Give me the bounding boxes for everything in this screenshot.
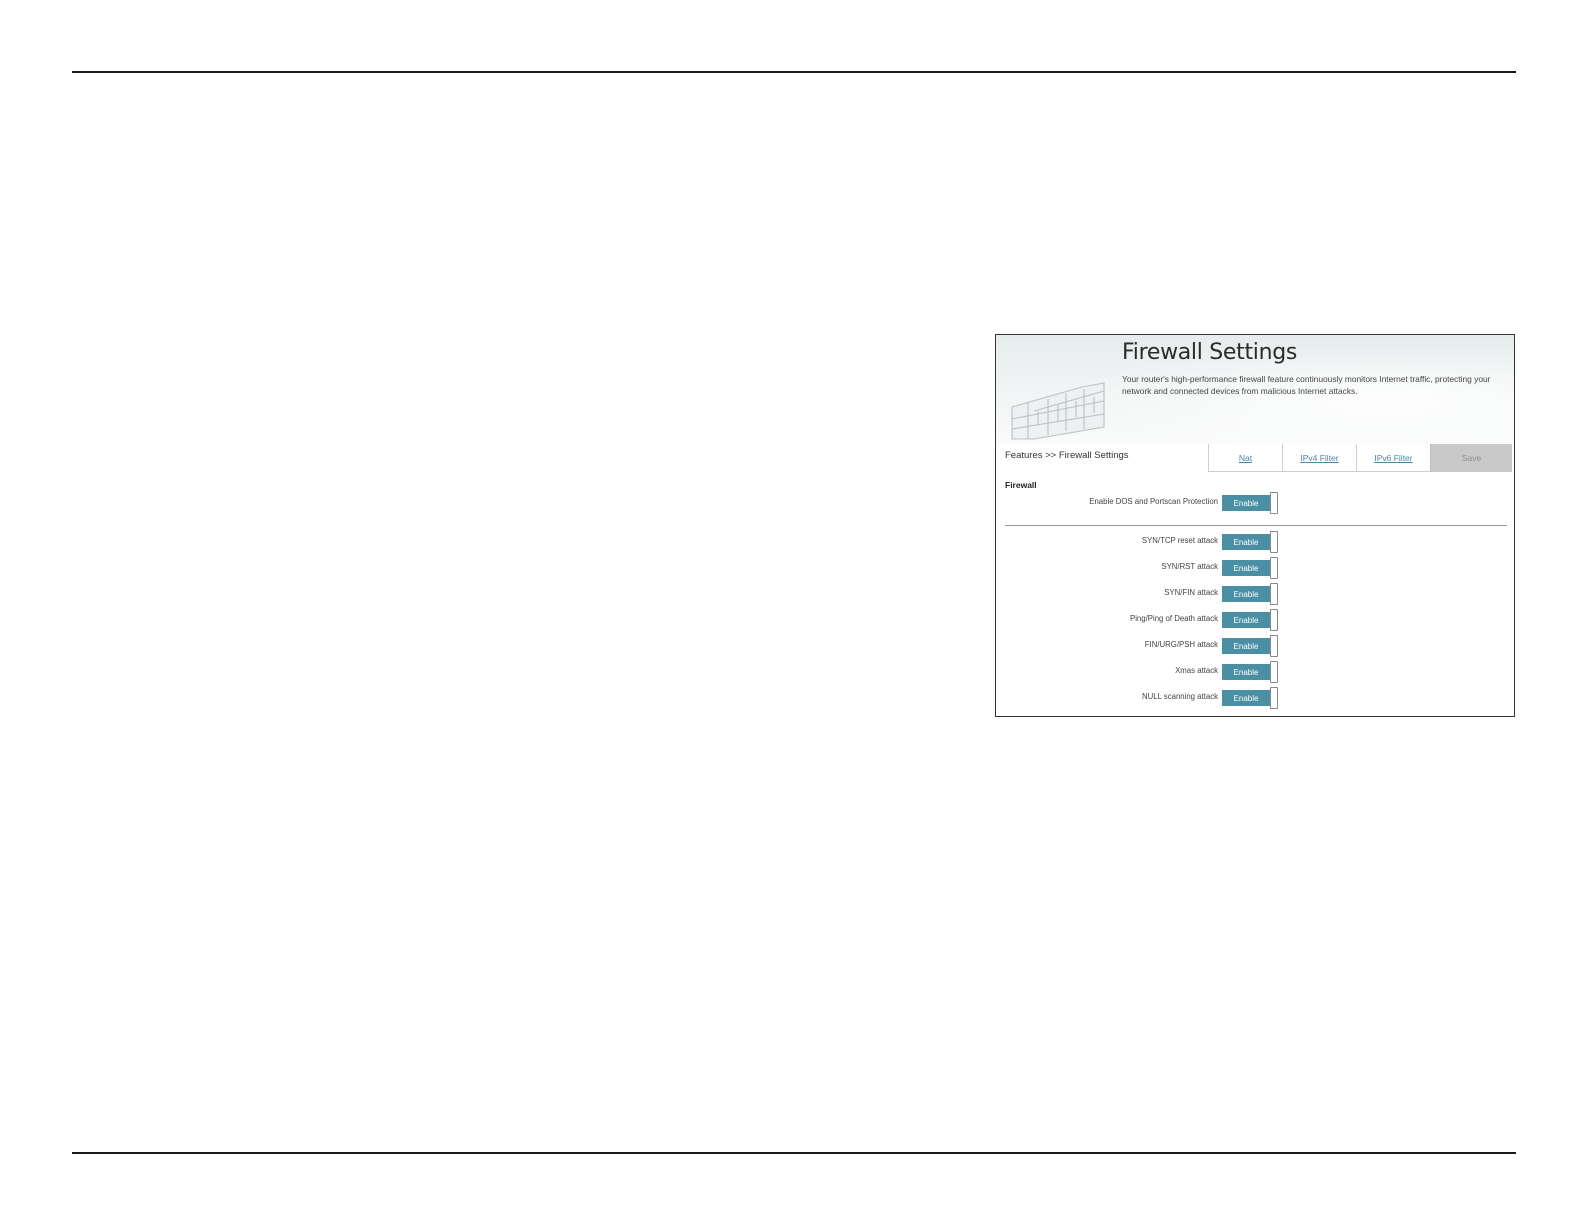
attack-row-syn-tcp-reset: SYN/TCP reset attack Enable [996,531,1514,553]
toggle-state: Enable [1222,690,1270,706]
toggle-state: Enable [1222,560,1270,576]
ddos-protection-row: Enable DOS and Portscan Protection Enabl… [996,492,1514,514]
attack-label: NULL scanning attack [1142,692,1218,701]
save-button[interactable]: Save [1430,444,1512,472]
page-title: Firewall Settings [1122,340,1298,365]
ddos-protection-toggle[interactable]: Enable [1222,492,1279,514]
toggle-handle[interactable] [1270,609,1278,631]
toggle-handle[interactable] [1270,557,1278,579]
attack-toggle[interactable]: Enable [1222,557,1279,579]
attack-toggle[interactable]: Enable [1222,583,1279,605]
tab-nat[interactable]: Nat [1208,444,1282,472]
firewall-settings-screenshot: Firewall Settings Your router's high-per… [995,334,1515,717]
toggle-handle[interactable] [1270,661,1278,683]
brick-wall-icon [1011,382,1105,440]
attack-label: SYN/RST attack [1161,562,1218,571]
attack-toggle[interactable]: Enable [1222,687,1279,709]
attack-row-fin-urg-psh: FIN/URG/PSH attack Enable [996,635,1514,657]
attack-row-null-scanning: NULL scanning attack Enable [996,687,1514,709]
attack-row-syn-rst: SYN/RST attack Enable [996,557,1514,579]
toggle-state: Enable [1222,586,1270,602]
toggle-state: Enable [1222,534,1270,550]
toggle-handle[interactable] [1270,635,1278,657]
breadcrumb: Features >> Firewall Settings [1005,450,1129,461]
attack-label: SYN/TCP reset attack [1141,536,1218,545]
toggle-handle[interactable] [1270,531,1278,553]
attack-toggle[interactable]: Enable [1222,531,1279,553]
toggle-handle[interactable] [1270,687,1278,709]
toggle-handle[interactable] [1270,492,1278,514]
tab-ipv6-filter[interactable]: IPv6 Filter [1356,444,1430,472]
toggle-state: Enable [1222,495,1270,511]
attack-label: FIN/URG/PSH attack [1144,640,1218,649]
page-description: Your router's high-performance firewall … [1122,374,1491,396]
toggle-state: Enable [1222,664,1270,680]
tab-ipv4-filter[interactable]: IPv4 Filter [1282,444,1356,472]
attack-label: SYN/FIN attack [1164,588,1218,597]
tab-bar: Nat IPv4 Filter IPv6 Filter Save [1208,444,1512,472]
attack-label: Ping/Ping of Death attack [1130,614,1218,623]
ddos-protection-label: Enable DOS and Portscan Protection [1089,497,1218,506]
top-rule [72,71,1516,73]
attack-toggle[interactable]: Enable [1222,635,1279,657]
toggle-state: Enable [1222,612,1270,628]
section-title: Firewall [1005,480,1037,490]
attack-toggle[interactable]: Enable [1222,609,1279,631]
bottom-rule [72,1152,1516,1154]
divider [1005,525,1507,526]
attack-toggle[interactable]: Enable [1222,661,1279,683]
attack-label: Xmas attack [1175,666,1218,675]
attack-row-ping-of-death: Ping/Ping of Death attack Enable [996,609,1514,631]
attack-row-syn-fin: SYN/FIN attack Enable [996,583,1514,605]
toggle-handle[interactable] [1270,583,1278,605]
attack-row-xmas: Xmas attack Enable [996,661,1514,683]
toggle-state: Enable [1222,638,1270,654]
